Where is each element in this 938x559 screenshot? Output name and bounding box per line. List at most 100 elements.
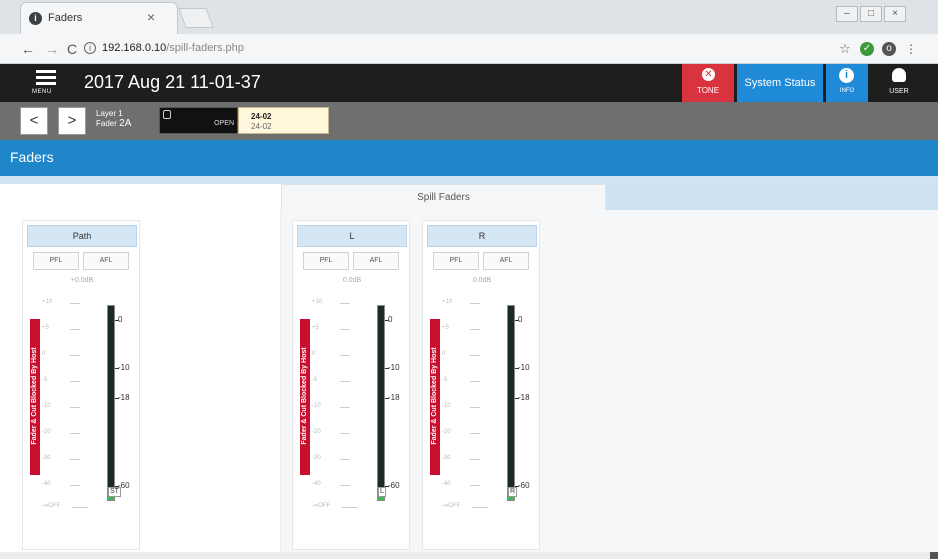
fader-scale-tick: +5 [312, 325, 319, 331]
fader-blocked-text: Fader & Cut Blocked By Host [31, 347, 38, 445]
pfl-button[interactable]: PFL [33, 252, 79, 270]
fader-scale-tick: +5 [42, 325, 49, 331]
fader-scale[interactable]: +10 +5 0 -5 -10 -20 -30 -40 -∞OFF [312, 299, 372, 509]
fader-blocked-text: Fader & Cut Blocked By Host [301, 347, 308, 445]
browser-tabstrip: i Faders × – □ × [0, 0, 938, 34]
fader-scale-mark [470, 433, 480, 434]
extension-check-icon[interactable]: ✓ [860, 42, 874, 56]
meter-scale: 0 -10 -18 -60 [515, 305, 539, 501]
maximize-button[interactable]: □ [860, 6, 882, 22]
left-panel-header [0, 184, 281, 210]
next-layer-button[interactable]: > [58, 107, 86, 135]
tone-x-icon: ✕ [702, 68, 715, 81]
fader-scale-tick: -∞OFF [442, 503, 461, 509]
afl-button[interactable]: AFL [483, 252, 529, 270]
fader-scale-tick: +10 [442, 299, 453, 305]
fader-scale-mark [470, 303, 480, 304]
tone-label: TONE [696, 86, 720, 95]
strip-name-button[interactable]: L [297, 225, 407, 247]
fader-scale-tick: -40 [312, 481, 321, 487]
browser-tab[interactable]: i Faders × [20, 2, 178, 34]
fader-scale-tick: +5 [442, 325, 449, 331]
hamburger-icon [36, 70, 56, 88]
tone-button[interactable]: ✕ TONE [682, 64, 734, 102]
address-bar[interactable]: 192.168.0.10/spill-faders.php [102, 42, 244, 54]
fader-scale-tick: -40 [42, 481, 51, 487]
layer-fader-info: Layer 1 Fader 2A [96, 109, 131, 129]
layer-bar: < > Layer 1 Fader 2A OPEN 24-02 24-02 [0, 102, 938, 140]
fader-scale-mark [70, 433, 80, 434]
app-header: MENU 2017 Aug 21 11-01-37 ✕ TONE System … [0, 64, 938, 102]
prev-layer-button[interactable]: < [20, 107, 48, 135]
user-button[interactable]: USER [874, 64, 924, 102]
gain-readout: 0.0dB [472, 277, 492, 284]
fader-scale-tick: 0 [442, 351, 446, 357]
meter-scale-tick: -18 [518, 393, 530, 402]
horizontal-scrollbar[interactable] [0, 552, 938, 559]
afl-button[interactable]: AFL [353, 252, 399, 270]
fader-scale-mark [70, 329, 80, 330]
fader-scale-mark [470, 381, 480, 382]
browser-menu-icon[interactable]: ⋮ [904, 42, 918, 56]
fader-scale-mark [70, 303, 80, 304]
fader-scale-mark [470, 407, 480, 408]
fader-scale[interactable]: +10 +5 0 -5 -10 -20 -30 -40 -∞OFF [442, 299, 502, 509]
fader-scale-mark [340, 433, 350, 434]
back-arrow-icon[interactable]: ← [18, 39, 38, 59]
info-icon: i [839, 68, 854, 83]
fader-scale[interactable]: +10 +5 0 -5 -10 -20 -30 -40 -∞OFF [42, 299, 102, 509]
channel-label-block[interactable]: 24-02 24-02 [238, 107, 329, 134]
strip-name-button[interactable]: R [427, 225, 537, 247]
pfl-button[interactable]: PFL [433, 252, 479, 270]
fader-scale-mark [72, 507, 88, 508]
channel-device-icon [163, 110, 171, 119]
meter-scale-tick: -18 [388, 393, 400, 402]
extension-icon[interactable]: o [882, 42, 896, 56]
new-tab-button[interactable] [178, 8, 214, 28]
fader-scale-mark [470, 459, 480, 460]
datetime-display: 2017 Aug 21 11-01-37 [84, 72, 261, 92]
meter-scale-tick: -60 [518, 481, 530, 490]
fader-scale-mark [470, 329, 480, 330]
system-status-button[interactable]: System Status [737, 64, 823, 102]
menu-button[interactable]: MENU [28, 68, 68, 98]
meter-channel-label: R [508, 487, 518, 497]
level-meter [107, 305, 115, 501]
level-meter [377, 305, 385, 501]
fader-scale-tick: -30 [42, 455, 51, 461]
fader-scale-tick: -10 [312, 403, 321, 409]
reload-icon[interactable]: C [62, 39, 82, 59]
fader-scale-mark [340, 329, 350, 330]
fader-blocked-badge: Fader & Cut Blocked By Host [30, 319, 40, 475]
fader-scale-mark [340, 485, 350, 486]
fader-value: 2A [119, 118, 132, 129]
site-info-icon[interactable]: i [84, 42, 96, 54]
pfl-button[interactable]: PFL [303, 252, 349, 270]
meter-scale-tick: 0 [118, 315, 123, 324]
meter-scale: 0 -10 -18 -60 [385, 305, 409, 501]
user-icon [892, 68, 906, 82]
tab-empty[interactable] [606, 184, 938, 210]
url-host: 192.168.0.10 [102, 42, 167, 54]
menu-label: MENU [32, 89, 52, 95]
bookmark-star-icon[interactable]: ☆ [838, 42, 852, 56]
fader-scale-tick: -10 [42, 403, 51, 409]
afl-button[interactable]: AFL [83, 252, 129, 270]
info-button[interactable]: i INFO [826, 64, 868, 102]
forward-arrow-icon[interactable]: → [42, 39, 62, 59]
minimize-button[interactable]: – [836, 6, 858, 22]
tab-close-icon[interactable]: × [147, 9, 155, 25]
fader-scale-tick: -40 [442, 481, 451, 487]
tab-spill-faders[interactable]: Spill Faders [281, 184, 606, 210]
strip-name-button[interactable]: Path [27, 225, 137, 247]
meter-scale-tick: -10 [388, 363, 400, 372]
channel-open-block[interactable]: OPEN [159, 107, 238, 134]
meter-scale-tick: -10 [518, 363, 530, 372]
window-close-button[interactable]: × [884, 6, 906, 22]
fader-scale-mark [342, 507, 358, 508]
fader-scale-tick: +10 [42, 299, 53, 305]
fader-scale-tick: -20 [42, 429, 51, 435]
fader-blocked-badge: Fader & Cut Blocked By Host [300, 319, 310, 475]
fader-prefix: Fader [96, 119, 117, 128]
gain-readout: 0.0dB [342, 277, 362, 284]
